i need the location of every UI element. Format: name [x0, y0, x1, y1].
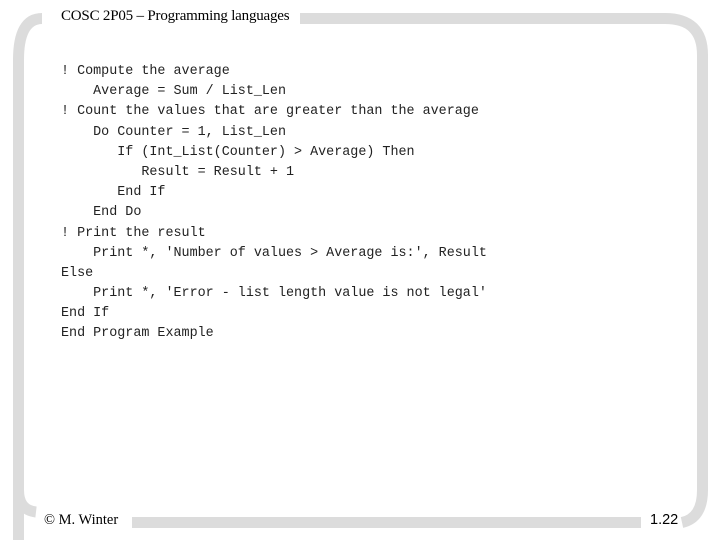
- frame-bottom-bar: [132, 517, 641, 528]
- code-line: End Do: [61, 205, 142, 221]
- frame-bottom-right-curve: [680, 470, 708, 528]
- code-line: Result = Result + 1: [61, 164, 295, 180]
- slide-title: COSC 2P05 – Programming languages: [61, 8, 290, 24]
- code-line: Print *, 'Number of values > Average is:…: [61, 245, 487, 261]
- code-line: Else: [61, 265, 94, 281]
- footer-author: © M. Winter: [44, 512, 119, 528]
- code-line: End If: [61, 185, 166, 201]
- code-line: If (Int_List(Counter) > Average) Then: [61, 144, 415, 160]
- code-line: ! Count the values that are greater than…: [61, 104, 479, 120]
- page-number: 1.22: [650, 512, 679, 528]
- code-line: Average = Sum / List_Len: [61, 84, 286, 100]
- frame-left-bar: [13, 13, 43, 540]
- code-line: ! Print the result: [61, 225, 206, 241]
- code-line: Do Counter = 1, List_Len: [61, 124, 286, 140]
- code-line: End Program Example: [61, 326, 214, 342]
- code-block: ! Compute the average Average = Sum / Li…: [61, 62, 487, 345]
- code-line: Print *, 'Error - list length value is n…: [61, 286, 487, 302]
- code-line: End If: [61, 306, 110, 322]
- code-line: ! Compute the average: [61, 64, 230, 79]
- frame-bottom-left-curve: [13, 470, 37, 518]
